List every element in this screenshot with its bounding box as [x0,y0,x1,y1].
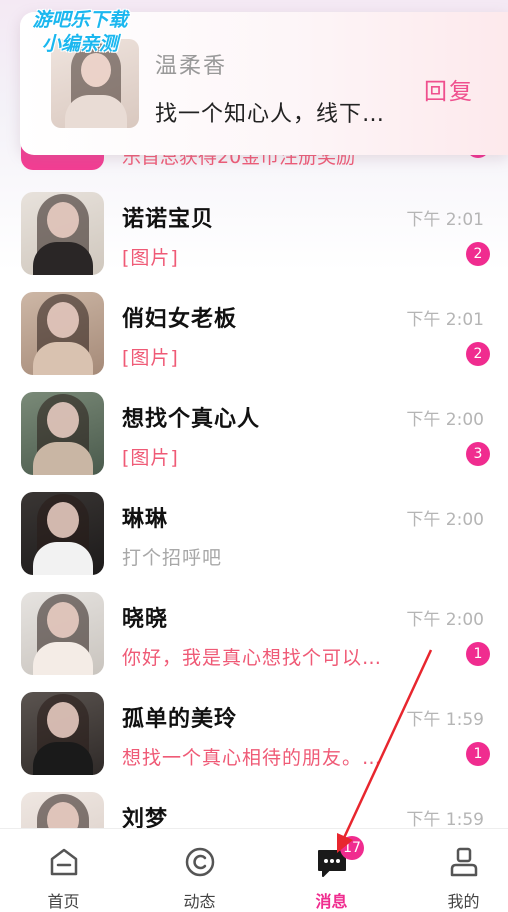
conversation-item[interactable]: 晓晓 下午 2:00 你好，我是真心想找个可以… 1 [0,585,508,685]
message-time: 下午 2:00 [406,510,484,530]
message-preview: [图片] [122,247,179,269]
tab-moments[interactable]: 动态 [136,829,263,911]
watermark-logo: 游吧乐下载 小编亲测 [32,9,128,55]
tab-messages[interactable]: 消息 [268,829,395,911]
avatar [21,292,104,375]
contact-name: 想找个真心人 [122,407,261,432]
conversation-item[interactable]: 诺诺宝贝 下午 2:01 [图片] 2 [0,185,508,285]
notification-sender: 温柔香 [155,54,228,79]
tab-label: 消息 [315,892,348,911]
avatar [21,392,104,475]
message-time: 下午 1:59 [406,710,484,730]
tab-label: 首页 [47,892,80,911]
message-preview: 想找一个真心相待的朋友。… [122,747,383,769]
avatar [21,492,104,575]
message-time: 下午 2:01 [406,210,484,230]
profile-icon [450,847,478,877]
contact-name: 诺诺宝贝 [122,207,215,232]
message-time: 下午 2:00 [406,610,484,630]
unread-badge: 1 [466,642,490,666]
message-time: 下午 2:01 [406,310,484,330]
message-time: 下午 1:59 [406,810,484,830]
unread-badge: 2 [466,242,490,266]
unread-badge: 3 [466,442,490,466]
unread-badge: 2 [466,342,490,366]
message-preview: [图片] [122,347,179,369]
conversation-item[interactable]: 琳琳 下午 2:00 打个招呼吧 [0,485,508,585]
avatar [21,592,104,675]
tab-label: 我的 [447,892,480,911]
reply-button[interactable]: 回复 [424,72,474,106]
avatar [21,192,104,275]
contact-name: 琳琳 [122,507,169,532]
contact-name: 孤单的美玲 [122,707,238,732]
bottom-tab-bar: 首页 动态 消息 我的 [0,828,508,911]
message-time: 下午 2:00 [406,410,484,430]
avatar [21,692,104,775]
contact-name: 俏妇女老板 [122,307,238,332]
moments-icon [185,847,215,877]
tab-label: 动态 [183,892,216,911]
conversation-item[interactable]: 俏妇女老板 下午 2:01 [图片] 2 [0,285,508,385]
conversation-item[interactable]: 孤单的美玲 下午 1:59 想找一个真心相待的朋友。… 1 [0,685,508,785]
home-icon [50,848,78,876]
unread-badge: 1 [466,742,490,766]
message-preview: 你好，我是真心想找个可以… [122,647,383,669]
message-preview: 打个招呼吧 [122,547,223,569]
tab-profile[interactable]: 我的 [400,829,508,911]
conversation-item[interactable]: 想找个真心人 下午 2:00 [图片] 3 [0,385,508,485]
notification-message: 找一个知心人，线下… [155,102,386,127]
contact-name: 晓晓 [122,607,169,632]
message-preview: [图片] [122,447,179,469]
tab-home[interactable]: 首页 [0,829,127,911]
unread-count-badge: 17 [340,836,364,860]
